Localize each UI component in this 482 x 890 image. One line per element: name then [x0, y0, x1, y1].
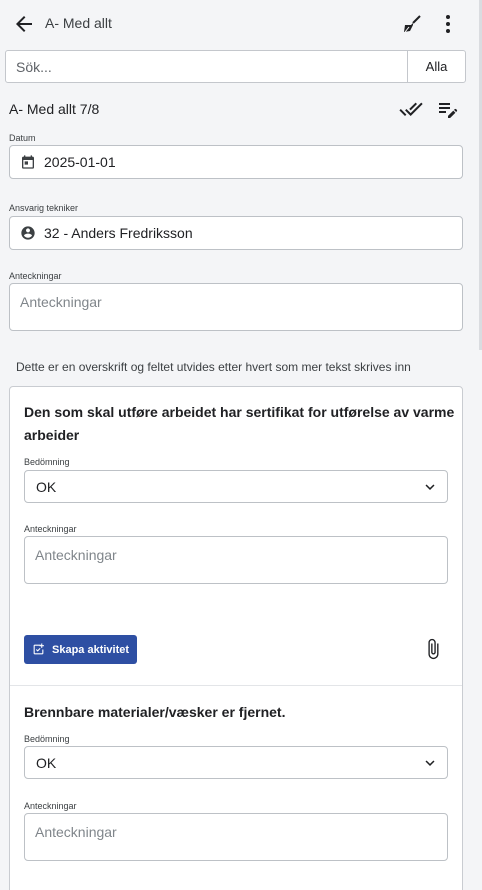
- chevron-down-icon: [425, 760, 435, 766]
- notes-field[interactable]: Anteckningar: [9, 283, 463, 331]
- double-check-icon[interactable]: [399, 97, 423, 121]
- technician-field[interactable]: 32 - Anders Fredriksson: [9, 216, 463, 250]
- date-label: Datum: [9, 133, 36, 143]
- calendar-icon: [22, 155, 34, 169]
- notes-label: Anteckningar: [24, 801, 77, 811]
- rating-label: Bedömning: [24, 457, 70, 467]
- create-activity-label: Skapa aktivitet: [52, 643, 130, 656]
- page-title: A- Med allt: [45, 15, 112, 31]
- question-title-line: Den som skal utføre arbeidet har sertifi…: [24, 404, 455, 420]
- notes-field[interactable]: Anteckningar: [24, 536, 448, 584]
- technician-value: 32 - Anders Fredriksson: [44, 225, 193, 241]
- top-app-bar: A- Med allt: [0, 0, 482, 48]
- technician-label: Ansvarig tekniker: [9, 203, 79, 213]
- question-title-line: arbeider: [24, 427, 80, 443]
- info-heading: Dette er en overskrift og feltet utvides…: [16, 360, 411, 374]
- chevron-down-icon: [425, 484, 435, 490]
- search-input[interactable]: [6, 51, 407, 82]
- rating-select[interactable]: OK: [24, 470, 448, 503]
- account-circle-icon: [21, 226, 35, 240]
- notes-field[interactable]: Anteckningar: [24, 813, 448, 861]
- notes-label: Anteckningar: [24, 524, 77, 534]
- paperclip-icon[interactable]: [422, 638, 444, 660]
- question-title: Den som skal utføre arbeidet har sertifi…: [24, 401, 454, 447]
- search-bar: Alla: [5, 50, 466, 83]
- rating-value: OK: [36, 478, 57, 495]
- create-activity-button[interactable]: Skapa aktivitet: [24, 635, 137, 664]
- more-vert-icon[interactable]: [436, 12, 460, 36]
- add-task-icon: [33, 643, 44, 655]
- arrow-left-icon[interactable]: [12, 12, 36, 36]
- rating-value: OK: [36, 754, 57, 771]
- notes-label: Anteckningar: [9, 271, 62, 281]
- checklist-card: Den som skal utføre arbeidet har sertifi…: [9, 386, 463, 890]
- rating-select[interactable]: OK: [24, 746, 448, 779]
- date-value: 2025-01-01: [44, 154, 116, 170]
- rating-label: Bedömning: [24, 734, 70, 744]
- section-title: A- Med allt 7/8: [9, 101, 100, 117]
- broom-icon[interactable]: [400, 12, 424, 36]
- edit-note-icon[interactable]: [436, 97, 460, 121]
- date-field[interactable]: 2025-01-01: [9, 145, 463, 179]
- filter-button[interactable]: Alla: [407, 51, 465, 82]
- question-title: Brennbare materialer/væsker er fjernet.: [24, 704, 286, 720]
- divider: [10, 685, 462, 686]
